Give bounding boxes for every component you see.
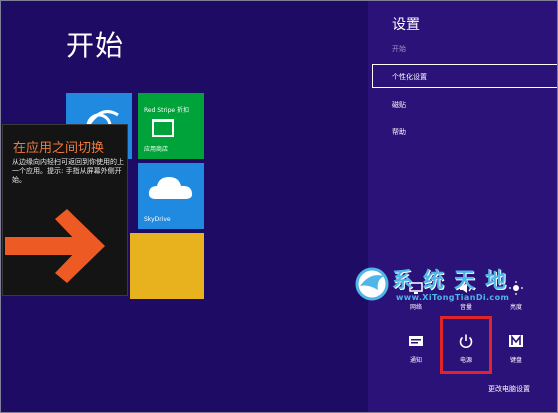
cloud-icon: [148, 177, 193, 199]
watermark-text: 系统天地: [392, 268, 516, 292]
watermark-url: www.XiTongTianDi.com: [396, 293, 510, 302]
notifications-button[interactable]: 通知: [396, 325, 436, 365]
switch-tip-body: 从边缘向内轻扫可返回到你使用的上一个应用。提示: 手指从屏幕外侧开始。: [12, 158, 124, 184]
tile-store[interactable]: Red Stripe 折扣 应用商店: [138, 93, 204, 159]
power-label: 电源: [459, 357, 472, 364]
store-label: 应用商店: [144, 146, 169, 153]
store-bag-icon: [152, 119, 174, 137]
switch-apps-tip: 在应用之间切换 从边缘向内轻扫可返回到你使用的上一个应用。提示: 手指从屏幕外侧…: [2, 124, 128, 296]
watermark: 系统天地 www.XiTongTianDi.com: [352, 262, 550, 308]
power-button[interactable]: 电源: [446, 325, 486, 365]
keyboard-button[interactable]: 键盘: [496, 325, 536, 365]
keyboard-label: 键盘: [509, 357, 522, 364]
keyboard-icon: [509, 334, 523, 347]
settings-subtitle: 开始: [392, 45, 406, 53]
tile-photos[interactable]: [130, 233, 204, 299]
settings-title: 设置: [392, 17, 420, 33]
start-title: 开始: [66, 29, 125, 62]
change-pc-settings-link[interactable]: 更改电脑设置: [488, 384, 530, 394]
notifications-icon: [409, 336, 423, 346]
switch-tip-title: 在应用之间切换: [13, 141, 105, 156]
skydrive-label: SkyDrive: [144, 216, 171, 223]
settings-charm: 设置 开始 个性化设置 磁贴 帮助 网络 音量 亮度 通知 电源 键盘 更改电脑…: [368, 0, 558, 413]
power-icon: [459, 334, 473, 349]
settings-item-tiles[interactable]: 磁贴: [392, 100, 406, 110]
arrow-right-icon: [5, 209, 105, 283]
settings-item-personalize[interactable]: 个性化设置: [392, 72, 427, 82]
notifications-label: 通知: [409, 357, 422, 364]
store-offer-text: Red Stripe 折扣: [144, 107, 190, 114]
tile-skydrive[interactable]: SkyDrive: [138, 163, 204, 229]
settings-item-help[interactable]: 帮助: [392, 127, 406, 137]
watermark-logo-icon: [355, 267, 389, 301]
